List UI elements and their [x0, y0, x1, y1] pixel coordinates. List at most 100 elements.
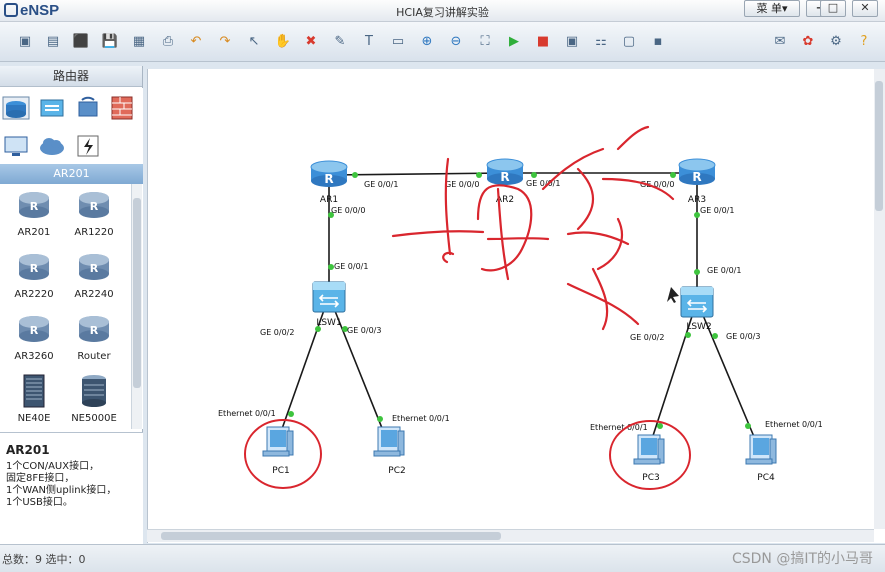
device-label: AR201 [17, 227, 51, 238]
device-label: Router [77, 351, 111, 362]
device-item[interactable]: R AR2220 [2, 250, 66, 300]
port-dot [694, 269, 700, 275]
huawei-icon[interactable]: ✿ [799, 32, 817, 50]
node-label: PC1 [272, 466, 289, 476]
open-icon[interactable]: ⬛ [72, 32, 90, 50]
port-dot [352, 172, 358, 178]
status-text: 总数：9 选中：0 [2, 553, 86, 566]
firewall-category-icon[interactable] [108, 94, 136, 122]
port-dot [670, 172, 676, 178]
zoom-out-icon[interactable]: ⊖ [447, 32, 465, 50]
pc-node-PC1[interactable] [262, 426, 294, 457]
topology-icon[interactable]: ▢ [620, 32, 638, 50]
wireless-category-icon[interactable] [74, 94, 102, 122]
router-icon: R [19, 316, 49, 342]
router-icon: R [79, 254, 109, 280]
node-label: PC2 [388, 466, 405, 476]
device-item[interactable]: R AR3260 [2, 312, 66, 362]
device-description: AR201 1个CON/AUX接口， 固定8FE接口， 1个WAN侧uplink… [0, 432, 143, 544]
device-list-scrollbar[interactable] [131, 184, 142, 429]
port-label: GE 0/0/1 [526, 179, 560, 188]
port-label: GE 0/0/1 [364, 180, 398, 189]
grid-icon[interactable]: ⚏ [592, 32, 610, 50]
device-item[interactable]: NE40E [2, 374, 66, 424]
cloud-category-icon[interactable] [38, 132, 66, 160]
router-category-icon[interactable] [2, 94, 30, 122]
device-label: AR3260 [14, 351, 54, 362]
device-item[interactable]: R AR201 [2, 188, 66, 238]
help-icon[interactable]: ? [855, 32, 873, 50]
ne-chassis-icon [23, 374, 45, 408]
delete-link-icon[interactable]: ✎ [331, 32, 349, 50]
chat-icon[interactable]: ✉ [771, 32, 789, 50]
delete-icon[interactable]: ✖ [302, 32, 320, 50]
print-icon[interactable]: ⎙ [159, 32, 177, 50]
svg-text:R: R [90, 262, 99, 275]
router-node-AR3[interactable]: R [678, 158, 716, 185]
svg-text:R: R [30, 200, 39, 213]
save-icon[interactable]: 💾 [101, 32, 119, 50]
device-item[interactable]: R AR1220 [62, 188, 126, 238]
start-icon[interactable]: ▶ [505, 32, 523, 50]
device-label: AR2240 [74, 289, 114, 300]
svg-text:R: R [90, 200, 99, 213]
switch-category-icon[interactable] [38, 94, 66, 122]
undo-icon[interactable]: ↶ [187, 32, 205, 50]
category-title: 路由器 [0, 66, 142, 87]
text-icon[interactable]: T [360, 32, 378, 50]
svg-text:R: R [30, 324, 39, 337]
pc-node-PC3[interactable] [633, 434, 665, 465]
device-type-header: AR201 [0, 164, 143, 184]
router-icon: R [19, 192, 49, 218]
port-label: GE 0/0/3 [347, 326, 381, 335]
svg-text:R: R [90, 324, 99, 337]
node-label: PC4 [757, 473, 775, 483]
switch-node-LSW2[interactable] [680, 286, 714, 318]
capture-icon[interactable]: ▣ [563, 32, 581, 50]
new-example-icon[interactable]: ▤ [44, 32, 62, 50]
port-dot [712, 333, 718, 339]
close-button[interactable]: ✕ [852, 0, 878, 17]
port-dot [657, 423, 663, 429]
status-bar: 总数：9 选中：0 CSDN @搞IT的小马哥 [0, 544, 885, 572]
node-label: LSW2 [686, 322, 711, 332]
port-label: GE 0/0/0 [331, 206, 365, 215]
router-node-AR2[interactable]: R [486, 158, 524, 185]
category-icons [0, 88, 143, 166]
menu-button[interactable]: 菜 单▾ [744, 0, 800, 17]
pc-category-icon[interactable] [2, 132, 30, 160]
port-label: GE 0/0/1 [700, 206, 734, 215]
device-item[interactable]: R Router [62, 312, 126, 362]
switch-node-LSW1[interactable] [312, 281, 346, 313]
pc-node-PC2[interactable] [373, 426, 405, 457]
topology-canvas[interactable]: GE 0/0/1 GE 0/0/0 GE 0/0/1 GE 0/0/0 GE 0/0/0… [147, 69, 885, 543]
settings-icon[interactable]: ⚙ [827, 32, 845, 50]
other-category-icon[interactable] [74, 132, 102, 160]
hand-icon[interactable]: ✋ [274, 32, 292, 50]
ne-chassis-icon [82, 375, 106, 407]
stop-icon[interactable]: ■ [534, 32, 552, 50]
device-item[interactable]: NE5000E [62, 374, 126, 424]
console-icon[interactable]: ▪ [649, 32, 667, 50]
router-icon: R [79, 192, 109, 218]
pointer-icon[interactable]: ↖ [245, 32, 263, 50]
port-label: GE 0/0/3 [726, 332, 760, 341]
mouse-cursor-icon [667, 287, 679, 303]
node-label: AR3 [688, 195, 706, 205]
palette-icon[interactable]: ▭ [389, 32, 407, 50]
canvas-horizontal-scrollbar[interactable] [147, 529, 874, 542]
zoom-in-icon[interactable]: ⊕ [418, 32, 436, 50]
save-as-icon[interactable]: ▦ [130, 32, 148, 50]
redo-icon[interactable]: ↷ [216, 32, 234, 50]
topology-drawing: GE 0/0/1 GE 0/0/0 GE 0/0/1 GE 0/0/0GE 0/0/0… [218, 125, 823, 490]
fit-icon[interactable]: ⛶ [476, 32, 494, 50]
canvas-vertical-scrollbar[interactable] [874, 69, 885, 529]
maximize-button[interactable]: □ [820, 0, 846, 17]
node-label: LSW1 [316, 318, 341, 328]
router-node-AR1[interactable]: R [310, 160, 348, 187]
pc-node-PC4[interactable] [745, 434, 777, 465]
port-label: GE 0/0/1 [707, 266, 741, 275]
device-item[interactable]: R AR2240 [62, 250, 126, 300]
device-label: AR2220 [14, 289, 54, 300]
new-topology-icon[interactable]: ▣ [16, 32, 34, 50]
